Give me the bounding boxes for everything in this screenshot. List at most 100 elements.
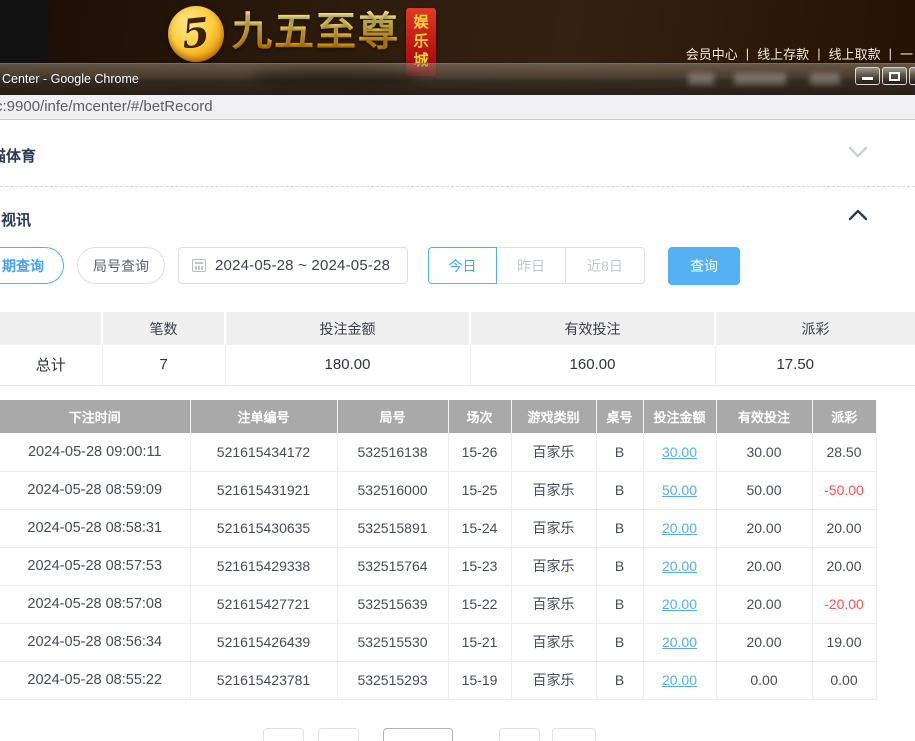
search-button[interactable]: 查询 [668, 247, 740, 285]
summary-value-cell: 160.00 [470, 345, 715, 385]
date-range-value: 2024-05-28 ~ 2024-05-28 [215, 257, 390, 274]
summary-total-row: 总计7180.00160.0017.50 [0, 345, 915, 385]
summary-value-cell: 7 [102, 345, 225, 385]
cell-bet-time: 2024-05-28 08:56:34 [0, 623, 190, 661]
pagination-button[interactable] [318, 728, 359, 741]
quick-date-button-group: 今日昨日近8日 [428, 247, 645, 284]
bet-amount-link[interactable]: 30.00 [662, 444, 697, 460]
cell-table-number: B [596, 623, 643, 661]
cell-slip-number: 521615430635 [190, 509, 337, 547]
cell-session: 15-21 [448, 623, 511, 661]
blurred-account-text [688, 73, 714, 85]
bet-table-row: 2024-05-28 08:57:08521615427721532515639… [0, 585, 876, 623]
summary-column-header: 投注金额 [225, 312, 470, 345]
round-query-tab[interactable]: 局号查询 [77, 247, 165, 284]
cell-session: 15-24 [448, 509, 511, 547]
bet-amount-link[interactable]: 20.00 [662, 558, 697, 574]
cell-valid-bet: 20.00 [716, 547, 812, 585]
url-bar[interactable]: c:9900/infe/mcenter/#/betRecord [0, 95, 915, 120]
cell-session: 15-22 [448, 585, 511, 623]
cell-table-number: B [596, 509, 643, 547]
summary-header-row: 笔数投注金额有效投注派彩 [0, 312, 915, 345]
cell-game-type: 百家乐 [511, 471, 596, 509]
cell-payout: 0.00 [812, 661, 876, 699]
pagination-page-select[interactable] [383, 728, 453, 741]
bet-amount-link[interactable]: 20.00 [662, 520, 697, 536]
minimize-button[interactable] [855, 67, 880, 85]
nav-link[interactable]: 线上存款 [757, 44, 809, 63]
cell-bet-amount: 20.00 [643, 585, 716, 623]
maximize-button[interactable] [882, 67, 907, 85]
summary-column-header: 派彩 [715, 312, 915, 345]
nav-link[interactable]: 一 [900, 44, 913, 63]
cell-valid-bet: 30.00 [716, 433, 812, 471]
chevron-down-icon[interactable] [848, 145, 868, 159]
bet-header-row: 下注时间注单编号局号场次游戏类别桌号投注金额有效投注派彩 [0, 400, 876, 433]
summary-value-cell: 180.00 [225, 345, 470, 385]
bet-table-row: 2024-05-28 09:00:11521615434172532516138… [0, 433, 876, 471]
cell-payout: 20.00 [812, 509, 876, 547]
bet-amount-link[interactable]: 50.00 [662, 482, 697, 498]
bet-amount-link[interactable]: 20.00 [662, 634, 697, 650]
nav-link[interactable]: 会员中心 [686, 44, 738, 63]
url-text: c:9900/infe/mcenter/#/betRecord [0, 98, 213, 115]
window-title: Center - Google Chrome [2, 72, 139, 86]
bet-table-row: 2024-05-28 08:58:31521615430635532515891… [0, 509, 876, 547]
bet-amount-link[interactable]: 20.00 [662, 672, 697, 688]
quick-date-button[interactable]: 今日 [428, 247, 497, 284]
cell-bet-time: 2024-05-28 08:55:22 [0, 661, 190, 699]
section-sports[interactable]: 猫体育 [0, 145, 36, 166]
bet-record-table: 下注时间注单编号局号场次游戏类别桌号投注金额有效投注派彩 2024-05-28 … [0, 400, 876, 700]
summary-value-cell: 17.50 [715, 345, 915, 385]
cell-round-number: 532515639 [337, 585, 448, 623]
bet-column-header: 下注时间 [0, 400, 190, 433]
cell-table-number: B [596, 585, 643, 623]
section-live-video[interactable]: 视讯 [1, 209, 31, 230]
cell-slip-number: 521615431921 [190, 471, 337, 509]
cell-table-number: B [596, 433, 643, 471]
cell-valid-bet: 0.00 [716, 661, 812, 699]
nav-separator: | [889, 46, 892, 61]
close-button[interactable] [909, 67, 915, 85]
chevron-up-icon[interactable] [848, 208, 868, 222]
nav-separator: | [817, 46, 820, 61]
bet-column-header: 场次 [448, 400, 511, 433]
cell-session: 15-19 [448, 661, 511, 699]
quick-date-button[interactable]: 近8日 [566, 247, 645, 284]
cell-session: 15-23 [448, 547, 511, 585]
pagination-button[interactable] [499, 728, 540, 741]
cell-round-number: 532515293 [337, 661, 448, 699]
bet-amount-link[interactable]: 20.00 [662, 596, 697, 612]
bet-column-header: 游戏类别 [511, 400, 596, 433]
quick-date-button[interactable]: 昨日 [497, 247, 566, 284]
blurred-account-text [810, 73, 840, 85]
pagination-button[interactable] [263, 728, 304, 741]
banner-char: 乐 [413, 32, 428, 51]
bet-column-header: 派彩 [812, 400, 876, 433]
cell-table-number: B [596, 547, 643, 585]
cell-round-number: 532515764 [337, 547, 448, 585]
cell-valid-bet: 20.00 [716, 509, 812, 547]
cell-payout: 20.00 [812, 547, 876, 585]
summary-row-label: 总计 [0, 345, 102, 385]
nav-link[interactable]: 线上取款 [829, 44, 881, 63]
cell-payout: 19.00 [812, 623, 876, 661]
chrome-titlebar[interactable]: Center - Google Chrome [0, 63, 915, 95]
cell-payout: 28.50 [812, 433, 876, 471]
pagination-button[interactable] [552, 728, 596, 741]
cell-game-type: 百家乐 [511, 585, 596, 623]
cell-bet-amount: 20.00 [643, 661, 716, 699]
cell-bet-time: 2024-05-28 08:57:08 [0, 585, 190, 623]
cell-slip-number: 521615429338 [190, 547, 337, 585]
cell-valid-bet: 20.00 [716, 623, 812, 661]
cell-bet-amount: 30.00 [643, 433, 716, 471]
date-range-input[interactable]: 2024-05-28 ~ 2024-05-28 [178, 247, 408, 284]
bet-column-header: 有效投注 [716, 400, 812, 433]
bet-table-row: 2024-05-28 08:57:53521615429338532515764… [0, 547, 876, 585]
cell-slip-number: 521615423781 [190, 661, 337, 699]
date-query-tab[interactable]: 日期查询 [0, 247, 64, 284]
cell-bet-amount: 50.00 [643, 471, 716, 509]
section-divider [0, 186, 915, 187]
cell-bet-amount: 20.00 [643, 547, 716, 585]
desktop-background [0, 0, 47, 63]
